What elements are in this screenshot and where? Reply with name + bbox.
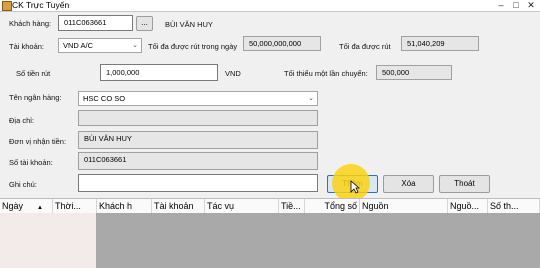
- account-number-field: 011C063661: [78, 152, 318, 170]
- chevron-down-icon: ⌄: [132, 42, 138, 49]
- account-select-value: VND A/C: [63, 41, 94, 50]
- column-header-source-2[interactable]: Nguồ...: [448, 199, 488, 213]
- customer-browse-button[interactable]: ...: [136, 16, 153, 31]
- recipient-label: Đơn vị nhận tiền:: [9, 137, 67, 146]
- amount-input[interactable]: 1,000,000: [100, 64, 218, 81]
- maximize-button[interactable]: □: [509, 0, 523, 11]
- note-input[interactable]: [78, 174, 318, 192]
- account-select[interactable]: VND A/C ⌄: [58, 38, 142, 53]
- max-withdraw-day-label: Tối đa được rút trong ngày: [148, 42, 238, 51]
- note-label: Ghi chú:: [9, 180, 37, 189]
- customer-code-input[interactable]: 011C063661: [58, 15, 133, 31]
- max-withdraw-day-value: 50,000,000,000: [243, 36, 321, 51]
- column-header-total[interactable]: Tổng số: [305, 199, 360, 213]
- address-label: Địa chỉ:: [9, 116, 35, 125]
- bank-label: Tên ngân hàng:: [9, 93, 62, 102]
- min-transfer-value: 500,000: [376, 65, 452, 80]
- account-number-label: Số tài khoản:: [9, 158, 53, 167]
- column-header-action[interactable]: Tác vụ: [205, 199, 279, 213]
- address-field: [78, 110, 318, 126]
- minimize-button[interactable]: –: [494, 0, 508, 11]
- column-header-source[interactable]: Nguồn: [360, 199, 448, 213]
- min-transfer-label: Tối thiểu một lần chuyển:: [284, 69, 368, 78]
- bank-select[interactable]: HSC CO SO ⌄: [78, 91, 318, 106]
- customer-name: BÙI VĂN HUY: [165, 20, 213, 29]
- column-header-date[interactable]: Ngày ▲: [0, 199, 53, 213]
- max-withdraw-label: Tối đa được rút: [339, 42, 391, 51]
- column-header-time[interactable]: Thời...: [53, 199, 97, 213]
- chevron-down-icon: ⌄: [308, 95, 314, 102]
- column-header-number[interactable]: Số th...: [488, 199, 540, 213]
- account-label: Tài khoản:: [9, 42, 45, 51]
- app-icon: [2, 1, 12, 11]
- column-header-amount[interactable]: Tiề...: [279, 199, 305, 213]
- amount-label: Số tiền rút: [16, 69, 51, 78]
- exit-button[interactable]: Thoát: [439, 175, 490, 193]
- sort-arrow-icon: ▲: [37, 205, 43, 211]
- customer-label: Khách hàng:: [9, 19, 52, 28]
- grid-header: Ngày ▲ Thời... Khách h Tài khoản Tác vụ T…: [0, 198, 540, 214]
- close-button[interactable]: ✕: [524, 0, 538, 11]
- grid-row-area: [0, 213, 96, 268]
- delete-button[interactable]: Xóa: [383, 175, 434, 193]
- mouse-pointer-icon: [350, 180, 360, 194]
- window-title: CK Trực Tuyến: [12, 0, 70, 10]
- column-header-customer[interactable]: Khách h: [97, 199, 152, 213]
- title-bar: CK Trực Tuyến – □ ✕: [0, 0, 540, 12]
- max-withdraw-value: 51,040,209: [401, 36, 479, 51]
- recipient-field: BÙI VĂN HUY: [78, 131, 318, 149]
- column-header-account[interactable]: Tài khoản: [152, 199, 205, 213]
- currency-label: VND: [225, 69, 241, 78]
- bank-select-value: HSC CO SO: [83, 94, 126, 103]
